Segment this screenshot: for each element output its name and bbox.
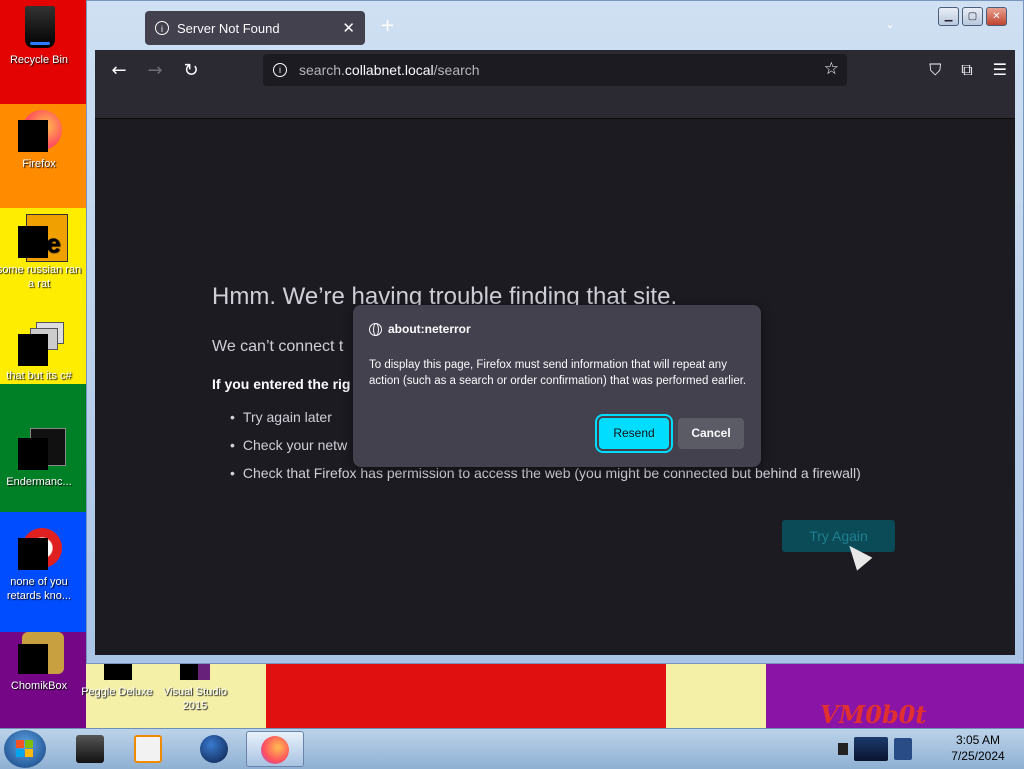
url-host: collabnet.local bbox=[344, 62, 434, 78]
terminal-icon bbox=[16, 426, 66, 472]
app-icon: e bbox=[16, 214, 68, 262]
firefox-window: i Server Not Found ✕ + ⌄ ▁ ▢ ✕ ← → ↻ i s… bbox=[86, 0, 1024, 664]
recycle-bin-icon bbox=[16, 4, 62, 50]
watermark-text: VM0b0t bbox=[820, 700, 927, 729]
error-bold-text: If you entered the rig bbox=[212, 376, 351, 392]
taskbar-app-globe[interactable] bbox=[186, 731, 240, 767]
taskbar: 3:05 AM 7/25/2024 bbox=[0, 728, 1024, 769]
desktop-icon-visual-studio[interactable]: Visual Studio 2015 bbox=[152, 664, 238, 713]
desktop-icon-some-russian[interactable]: e some russian ran a rat bbox=[0, 214, 82, 291]
firefox-icon bbox=[16, 108, 62, 154]
firefox-icon bbox=[261, 736, 289, 764]
volume-icon[interactable] bbox=[894, 738, 912, 760]
show-hidden-icons[interactable] bbox=[838, 743, 848, 755]
taskbar-app-media-player[interactable] bbox=[120, 731, 174, 767]
dialog-origin: about:neterror bbox=[388, 322, 471, 336]
desktop-icon-firefox[interactable]: Firefox bbox=[0, 108, 82, 171]
desktop-icon-chomikbox[interactable]: ChomikBox bbox=[0, 630, 82, 693]
list-all-tabs-button[interactable]: ⌄ bbox=[885, 17, 895, 31]
forward-icon[interactable]: → bbox=[137, 60, 173, 81]
url-path: /search bbox=[433, 62, 480, 78]
desktop-icon-that-but-its-csharp[interactable]: that but its c# bbox=[0, 320, 82, 383]
cancel-button[interactable]: Cancel bbox=[678, 418, 744, 449]
site-info-icon[interactable]: i bbox=[273, 63, 287, 77]
tab-title: Server Not Found bbox=[177, 20, 280, 36]
page-content: Hmm. We’re having trouble finding that s… bbox=[95, 119, 1015, 655]
info-icon: i bbox=[155, 21, 169, 35]
close-tab-icon[interactable]: ✕ bbox=[342, 19, 355, 37]
back-icon[interactable]: ← bbox=[101, 60, 137, 81]
app-icon bbox=[16, 526, 62, 572]
desktop-icon-endermanch[interactable]: Endermanc... bbox=[0, 426, 82, 489]
pocket-icon[interactable]: ⛉ bbox=[929, 60, 941, 80]
desktop-icon-label: that but its c# bbox=[6, 370, 72, 382]
maximize-button[interactable]: ▢ bbox=[962, 7, 983, 26]
error-subtitle: We can’t connect t bbox=[212, 338, 344, 355]
hamster-icon bbox=[16, 630, 64, 676]
desktop-icon-label: ChomikBox bbox=[10, 680, 68, 692]
bookmark-star-icon[interactable]: ☆ bbox=[824, 59, 839, 79]
network-icon[interactable] bbox=[854, 737, 888, 761]
close-window-button[interactable]: ✕ bbox=[986, 7, 1007, 26]
desktop-icon-label: Firefox bbox=[22, 158, 56, 170]
extensions-icon[interactable]: ⧉ bbox=[961, 60, 972, 80]
dialog-header: about:neterror bbox=[369, 322, 471, 336]
url-prefix: search. bbox=[299, 62, 345, 78]
url-bar[interactable]: i search. collabnet.local/search ☆ bbox=[263, 54, 847, 86]
windows-logo-icon bbox=[16, 740, 34, 758]
taskbar-app-firefox[interactable] bbox=[246, 731, 304, 767]
wallpaper-red-area bbox=[266, 664, 666, 728]
tab-bar: i Server Not Found ✕ + ⌄ ▁ ▢ ✕ bbox=[95, 1, 1015, 49]
desktop-icon-label: Recycle Bin bbox=[9, 54, 69, 66]
window-controls: ▁ ▢ ✕ bbox=[938, 7, 1007, 26]
desktop-icon-peggle-deluxe[interactable]: Peggle Deluxe bbox=[74, 664, 160, 699]
desktop-icon-label: Peggle Deluxe bbox=[81, 686, 153, 698]
tab-server-not-found[interactable]: i Server Not Found ✕ bbox=[145, 11, 365, 45]
wallpaper-figure-right bbox=[666, 664, 766, 728]
nav-toolbar: ← → ↻ i search. collabnet.local/search ☆ … bbox=[95, 50, 1015, 90]
reload-icon[interactable]: ↻ bbox=[173, 60, 209, 81]
dialog-message: To display this page, Firefox must send … bbox=[369, 359, 747, 387]
resend-button[interactable]: Resend bbox=[599, 418, 669, 449]
clock-time: 3:05 AM bbox=[955, 733, 1001, 747]
menu-icon[interactable]: ☰ bbox=[993, 60, 1007, 80]
desktop-icon-label: Visual Studio 2015 bbox=[162, 686, 227, 712]
globe-icon bbox=[369, 322, 382, 336]
computer-icon bbox=[76, 735, 104, 763]
minimize-button[interactable]: ▁ bbox=[938, 7, 959, 26]
desktop-icon-label: some russian ran a rat bbox=[0, 264, 82, 290]
clock-date: 7/25/2024 bbox=[951, 749, 1005, 763]
toolbar-right-icons: ⛉ ⧉ ☰ bbox=[929, 60, 1007, 80]
new-tab-button[interactable]: + bbox=[380, 15, 395, 36]
desktop-icon-label: none of you retards kno... bbox=[6, 576, 72, 602]
windows-stack-icon bbox=[16, 320, 64, 366]
taskbar-app-explorer[interactable] bbox=[62, 731, 116, 767]
desktop-icon-recycle-bin[interactable]: Recycle Bin bbox=[0, 4, 82, 67]
try-again-button[interactable]: Try Again bbox=[782, 520, 895, 552]
clock[interactable]: 3:05 AM 7/25/2024 bbox=[938, 732, 1018, 764]
resend-dialog: about:neterror To display this page, Fir… bbox=[353, 305, 761, 467]
desktop-icon-label: Endermanc... bbox=[6, 476, 72, 488]
list-item: Check that Firefox has permission to acc… bbox=[230, 465, 861, 493]
media-player-icon bbox=[134, 735, 162, 763]
peggle-icon bbox=[94, 664, 140, 682]
desktop-icons: Recycle Bin Firefox e some russian ran a… bbox=[0, 0, 227, 728]
system-tray bbox=[838, 731, 938, 767]
bookmarks-toolbar bbox=[95, 90, 1015, 119]
globe-icon bbox=[200, 735, 228, 763]
start-button[interactable] bbox=[4, 730, 46, 768]
visual-studio-icon bbox=[172, 664, 218, 682]
desktop-icon-none-of-you[interactable]: none of you retards kno... bbox=[0, 526, 82, 603]
